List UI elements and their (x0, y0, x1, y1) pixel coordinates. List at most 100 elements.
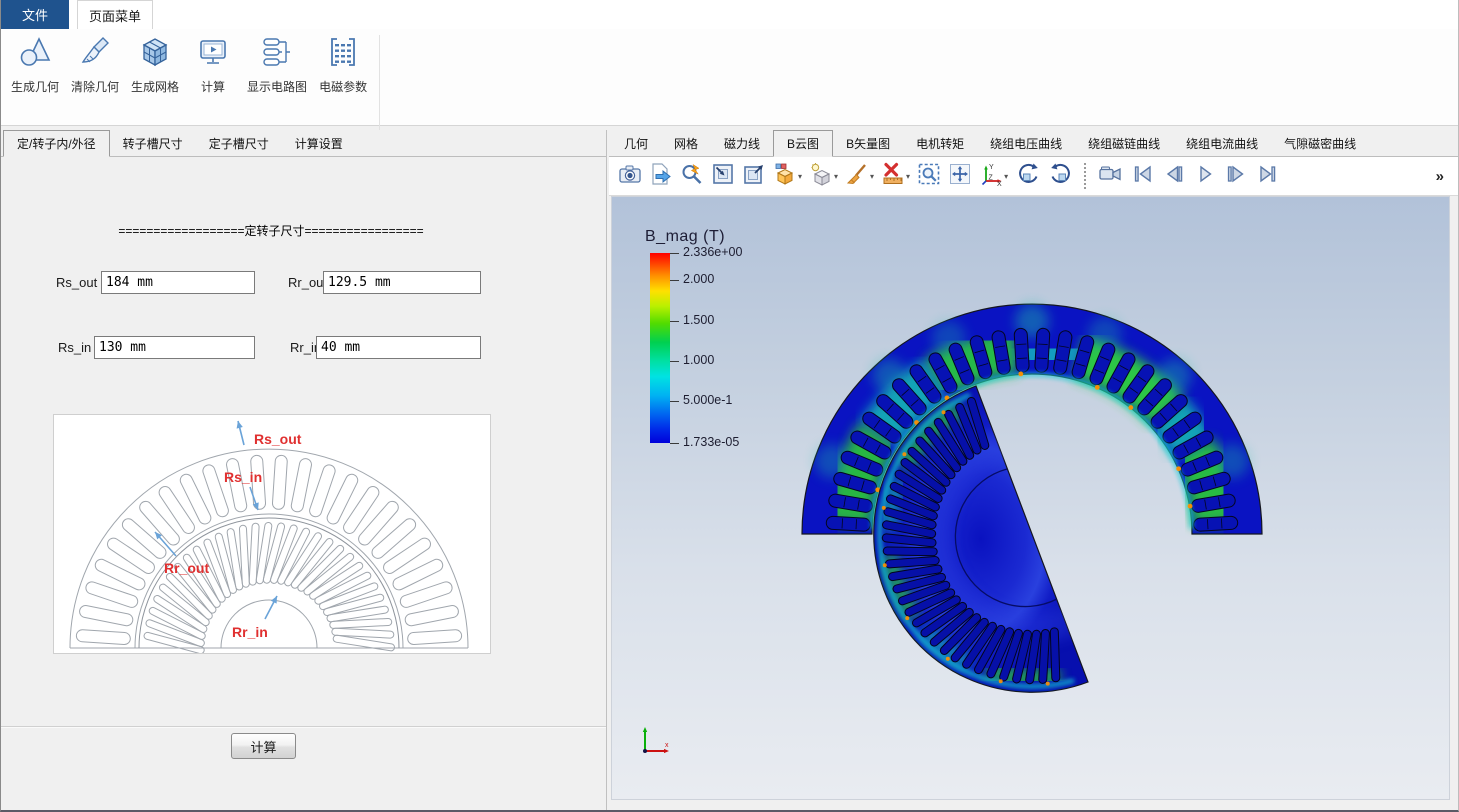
field-input-rr_in[interactable] (316, 336, 481, 359)
3d-viewport[interactable]: B_mag (T) 2.336e+002.0001.5001.0005.000e… (611, 196, 1450, 800)
field-input-rs_out[interactable] (101, 271, 255, 294)
toolbar-button-rotate-cw[interactable] (1045, 160, 1077, 192)
result-view-tab[interactable]: 电机转矩 (903, 130, 977, 156)
tab-page-menu[interactable]: 页面菜单 (77, 0, 153, 29)
zoom-flash-icon (680, 162, 704, 191)
b-field-contour-plot (612, 197, 1450, 800)
tab-file[interactable]: 文件 (1, 0, 69, 29)
diagram-label-rs-in: Rs_in (224, 469, 262, 485)
toolbar-button-next-frame[interactable] (1221, 160, 1251, 192)
left-panel-tab[interactable]: 计算设置 (282, 130, 356, 156)
export-image-icon (649, 162, 673, 191)
toolbar-button-delete-measure[interactable]: ▾ (878, 160, 913, 192)
left-panel-tab[interactable]: 转子槽尺寸 (110, 130, 196, 156)
toolbar-button-light-cube[interactable]: ▾ (806, 160, 841, 192)
ribbon-button-generate-mesh[interactable]: 生成网格 (125, 31, 185, 97)
dropdown-caret-icon: ▾ (798, 172, 802, 181)
legend-colorbar (650, 253, 670, 443)
first-frame-icon (1131, 162, 1155, 191)
ribbon-button-label: 生成几何 (11, 78, 59, 95)
clear-geometry-icon (78, 35, 112, 74)
generate-mesh-icon (138, 35, 172, 74)
generate-geometry-icon (18, 35, 52, 74)
ribbon-button-em-parameters[interactable]: 电磁参数 (313, 31, 373, 97)
compute-icon (196, 35, 230, 74)
field-label-rs_out: Rs_out (56, 275, 97, 290)
toolbar-button-animation-camera[interactable] (1095, 160, 1127, 192)
result-view-tab[interactable]: 几何 (611, 130, 661, 156)
result-view-tab[interactable]: 网格 (661, 130, 711, 156)
diagram-label-rs-out: Rs_out (254, 431, 302, 447)
toolbar-button-zoom-out-box[interactable] (739, 160, 769, 192)
orientation-axes: x (636, 723, 676, 759)
app-window: 文件 页面菜单 生成几何 清除几何 生成网格 计算 显示电路图 电磁参数 定/转… (0, 0, 1459, 812)
light-cube-icon (809, 162, 833, 191)
toolbar-button-broom[interactable]: ▾ (842, 160, 877, 192)
field-input-rs_in[interactable] (94, 336, 255, 359)
play-icon (1193, 162, 1217, 191)
dropdown-caret-icon: ▾ (870, 172, 874, 181)
toolbar-button-axes-orientation[interactable]: YZX▾ (976, 160, 1011, 192)
em-parameters-icon (326, 35, 360, 74)
result-view-tab[interactable]: 绕组电流曲线 (1173, 130, 1271, 156)
rotate-ccw-icon (1015, 162, 1041, 191)
ribbon-button-label: 显示电路图 (247, 78, 307, 95)
result-view-tab[interactable]: 绕组磁链曲线 (1075, 130, 1173, 156)
visualization-toolbar: ▾▾▾▾YZX▾» (609, 157, 1459, 196)
zoom-in-box-icon (711, 162, 735, 191)
dropdown-caret-icon: ▾ (834, 172, 838, 181)
ribbon-group-separator (379, 35, 380, 145)
diagram-label-rr-in: Rr_in (232, 624, 268, 640)
calculate-button[interactable]: 计算 (231, 733, 296, 759)
result-view-tab[interactable]: 气隙磁密曲线 (1271, 130, 1369, 156)
color-legend: B_mag (T) 2.336e+002.0001.5001.0005.000e… (645, 228, 795, 246)
diagram-label-rr-out: Rr_out (164, 560, 209, 576)
legend-title: B_mag (T) (645, 228, 795, 246)
result-view-tab[interactable]: 磁力线 (711, 130, 773, 156)
toolbar-button-pan[interactable] (945, 160, 975, 192)
toolbar-button-last-frame[interactable] (1252, 160, 1282, 192)
ribbon-button-clear-geometry[interactable]: 清除几何 (65, 31, 125, 97)
broom-icon (845, 162, 869, 191)
field-input-rr_out[interactable] (323, 271, 481, 294)
dropdown-caret-icon: ▾ (1004, 172, 1008, 181)
parameters-panel: 定/转子内/外径转子槽尺寸定子槽尺寸计算设置 =================… (1, 130, 607, 812)
toolbar-separator (1084, 163, 1090, 189)
dropdown-caret-icon: ▾ (906, 172, 910, 181)
left-panel-tab[interactable]: 定/转子内/外径 (3, 130, 110, 157)
toolbar-button-view-cube[interactable]: ▾ (770, 160, 805, 192)
ribbon-button-show-circuit[interactable]: 显示电路图 (241, 31, 313, 97)
view-cube-icon (773, 162, 797, 191)
pan-icon (948, 162, 972, 191)
result-view-tab[interactable]: 绕组电压曲线 (977, 130, 1075, 156)
toolbar-button-zoom-flash[interactable] (677, 160, 707, 192)
ribbon-button-label: 清除几何 (71, 78, 119, 95)
toolbar-button-zoom-in-box[interactable] (708, 160, 738, 192)
toolbar-button-camera[interactable] (615, 160, 645, 192)
left-panel-tab[interactable]: 定子槽尺寸 (196, 130, 282, 156)
result-view-tabs: 几何网格磁力线B云图B矢量图电机转矩绕组电压曲线绕组磁链曲线绕组电流曲线气隙磁密… (609, 130, 1459, 157)
toolbar-button-export-image[interactable] (646, 160, 676, 192)
ribbon-button-label: 电磁参数 (319, 78, 367, 95)
motor-diagram-drawing: Rs_out Rs_in Rr_out Rr_in (54, 415, 490, 653)
panel-separator (1, 726, 606, 728)
left-panel-tabs: 定/转子内/外径转子槽尺寸定子槽尺寸计算设置 (1, 130, 606, 157)
toolbar-button-first-frame[interactable] (1128, 160, 1158, 192)
toolbar-button-rotate-ccw[interactable] (1012, 160, 1044, 192)
toolbar-button-play[interactable] (1190, 160, 1220, 192)
main-area: 定/转子内/外径转子槽尺寸定子槽尺寸计算设置 =================… (1, 130, 1458, 812)
results-panel: 几何网格磁力线B云图B矢量图电机转矩绕组电压曲线绕组磁链曲线绕组电流曲线气隙磁密… (609, 130, 1459, 812)
axes-orientation-icon: YZX (979, 162, 1003, 191)
result-view-tab[interactable]: B云图 (773, 130, 833, 157)
zoom-window-icon (917, 162, 941, 191)
toolbar-more-chevron[interactable]: » (1436, 168, 1444, 185)
last-frame-icon (1255, 162, 1279, 191)
ribbon-button-generate-geometry[interactable]: 生成几何 (5, 31, 65, 97)
toolbar-button-prev-frame[interactable] (1159, 160, 1189, 192)
camera-icon (618, 162, 642, 191)
result-view-tab[interactable]: B矢量图 (833, 130, 903, 156)
toolbar-button-zoom-window[interactable] (914, 160, 944, 192)
ribbon-button-compute[interactable]: 计算 (185, 31, 241, 97)
field-label-rr_out: Rr_out (288, 275, 327, 290)
top-tab-strip: 文件 页面菜单 (1, 0, 1458, 29)
